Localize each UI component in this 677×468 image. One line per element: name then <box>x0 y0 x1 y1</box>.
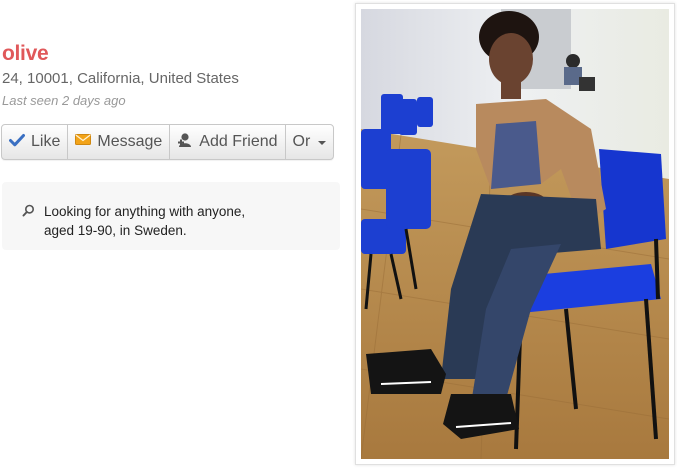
message-label: Message <box>97 133 163 150</box>
add-friend-label: Add Friend <box>199 133 278 150</box>
looking-for-line-1: Looking for anything with anyone, <box>44 204 246 219</box>
looking-for-text: Looking for anything with anyone, aged 1… <box>44 202 324 240</box>
last-seen: Last seen 2 days ago <box>2 93 126 108</box>
looking-for-line-2: aged 19-90, in Sweden. <box>44 223 187 238</box>
profile-location: 24, 10001, California, United States <box>2 70 239 87</box>
looking-for-box: Looking for anything with anyone, aged 1… <box>2 182 340 250</box>
more-label: Or <box>292 133 311 150</box>
profile-photo-image <box>361 9 669 459</box>
like-label: Like <box>31 133 61 150</box>
search-icon <box>22 204 35 222</box>
like-button[interactable]: Like <box>2 125 69 159</box>
check-icon <box>9 133 25 152</box>
action-button-group: Like Message Add Friend Or <box>1 124 335 160</box>
profile-name: olive <box>2 42 49 65</box>
caret-down-icon <box>318 141 327 145</box>
add-friend-button[interactable]: Add Friend <box>170 125 286 159</box>
envelope-icon <box>75 133 92 151</box>
more-dropdown-button[interactable]: Or <box>286 125 334 159</box>
add-person-icon <box>177 132 193 153</box>
profile-photo[interactable] <box>355 3 675 465</box>
message-button[interactable]: Message <box>68 125 171 159</box>
